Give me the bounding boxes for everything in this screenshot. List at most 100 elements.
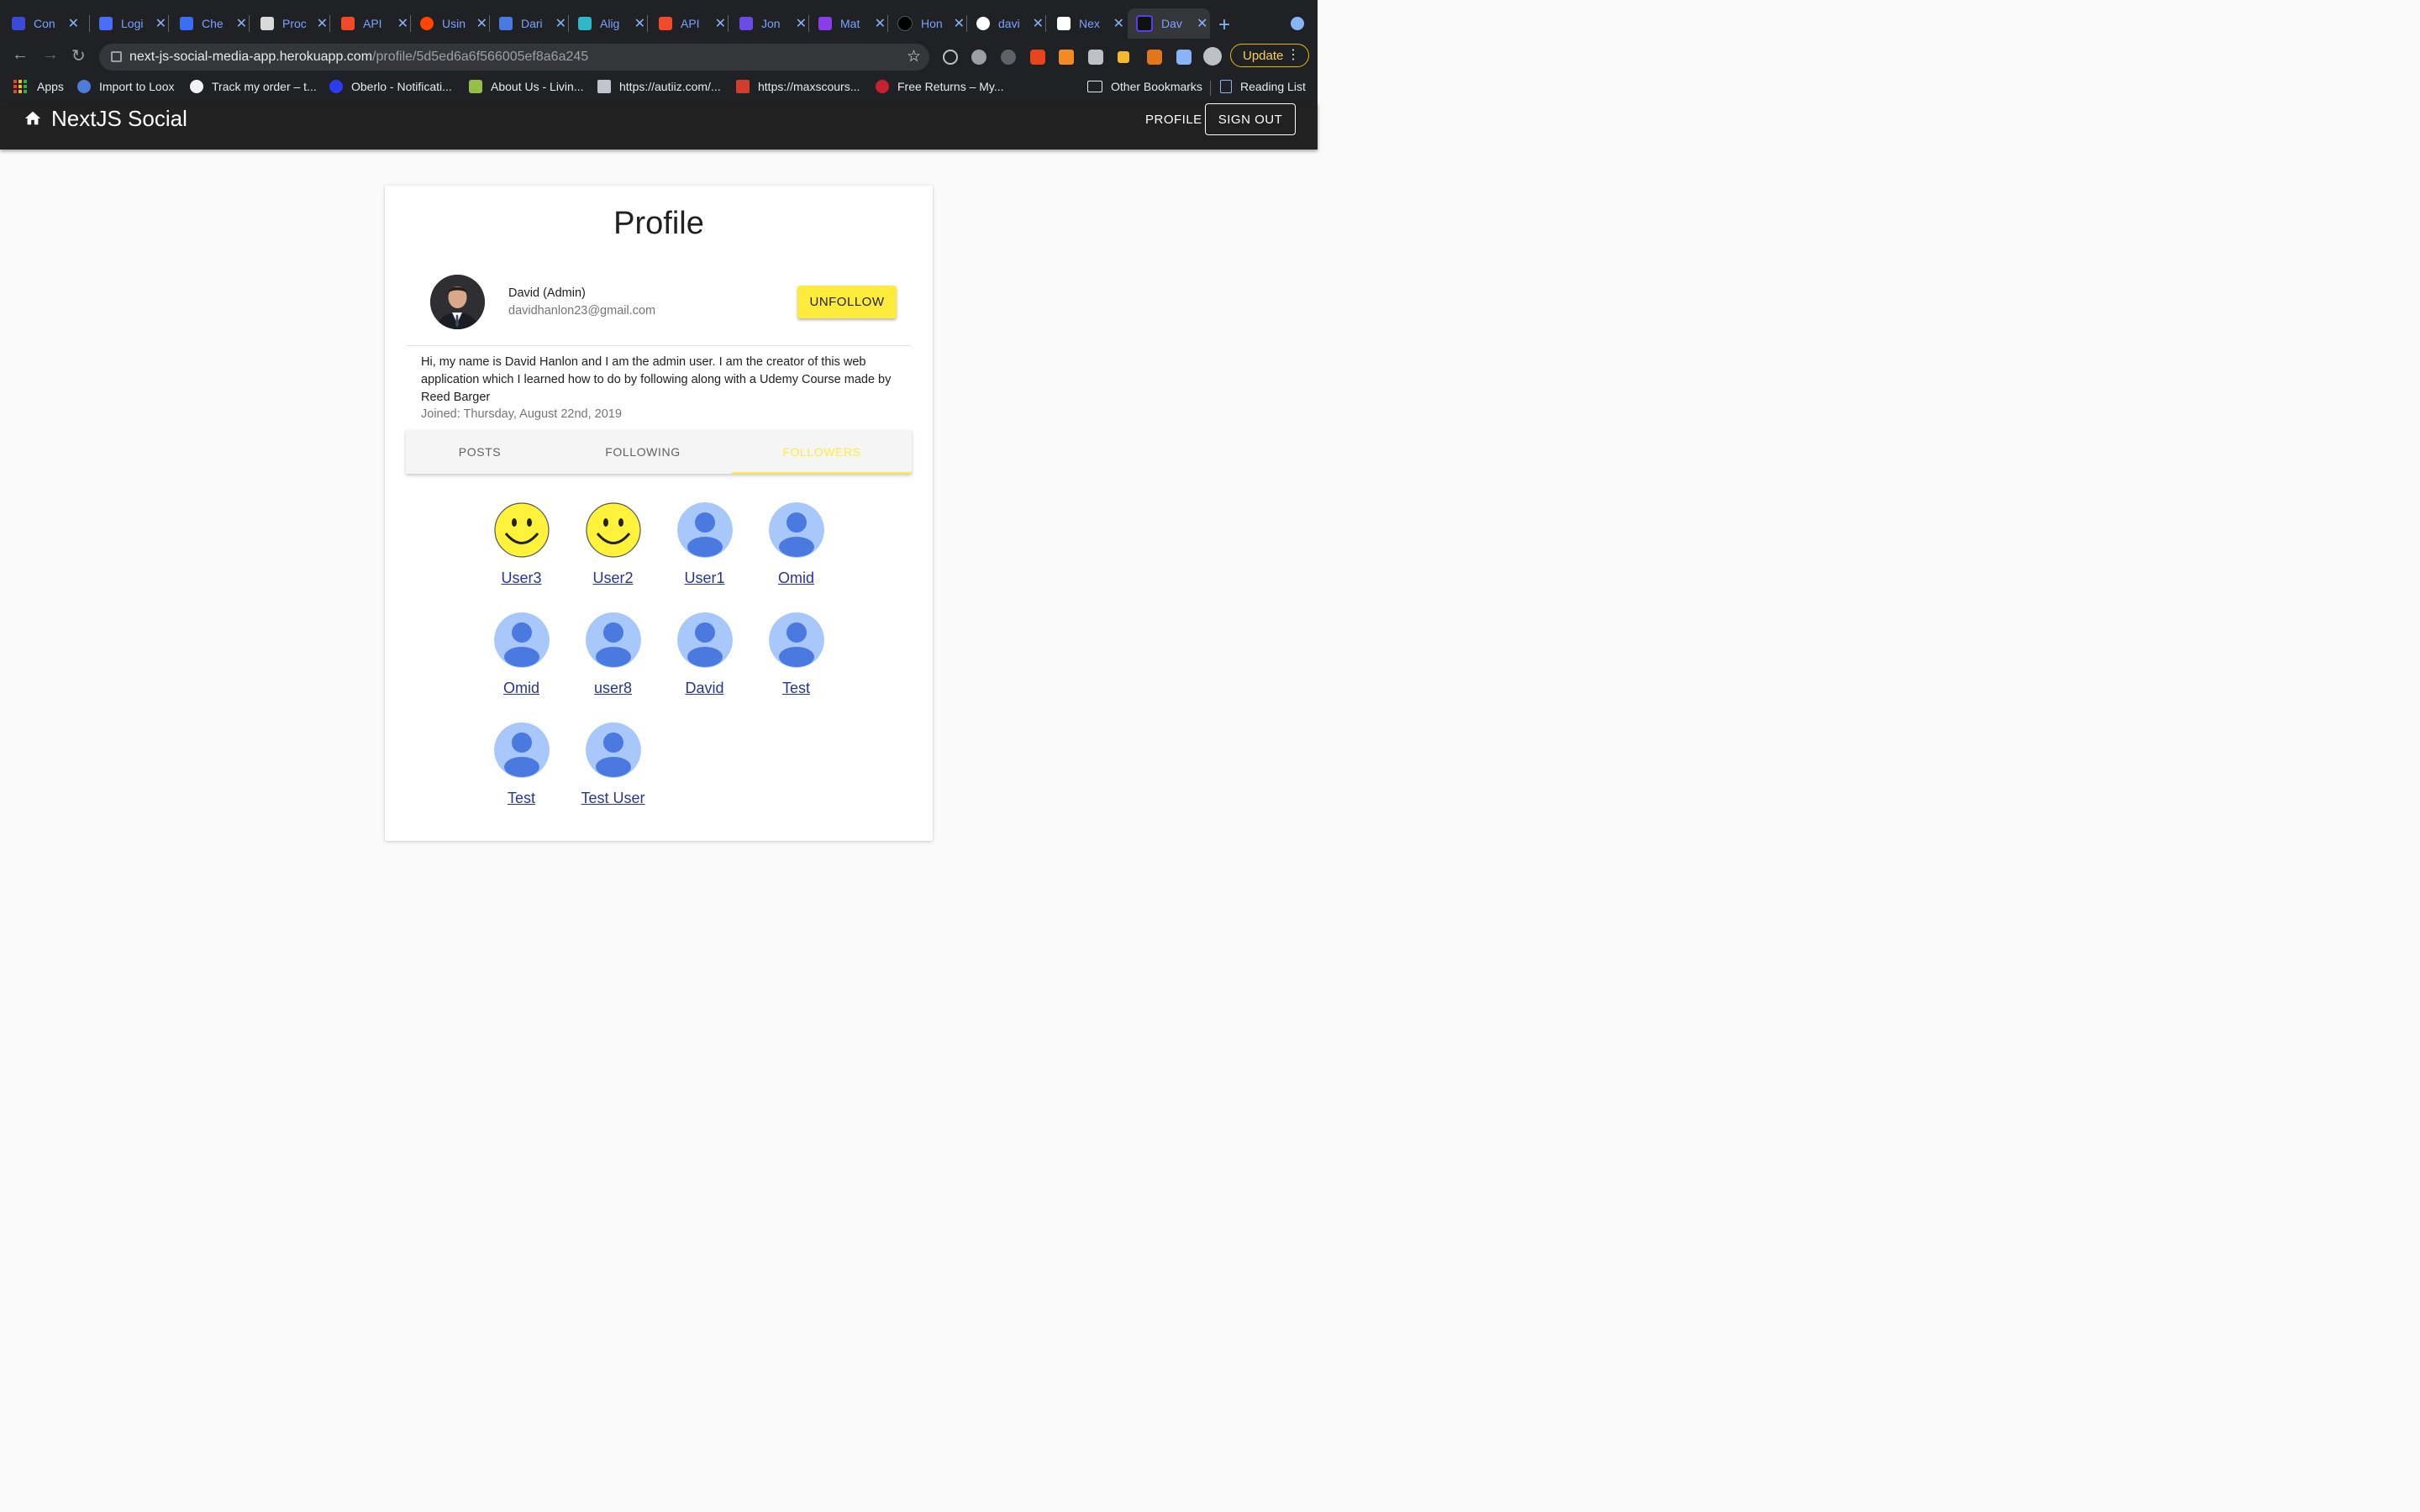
shopify-icon bbox=[469, 80, 482, 93]
close-tab-icon[interactable]: ✕ bbox=[68, 15, 79, 32]
browser-tab[interactable]: davi ✕ bbox=[976, 8, 1044, 39]
tab-divider bbox=[1045, 15, 1046, 32]
tab-divider bbox=[410, 15, 411, 32]
new-tab-button[interactable]: + bbox=[1218, 13, 1230, 37]
close-tab-icon[interactable]: ✕ bbox=[236, 15, 247, 32]
follower-item[interactable]: Test bbox=[750, 612, 842, 697]
extension-globe-icon[interactable] bbox=[971, 50, 986, 65]
bookmark-star-icon[interactable]: ☆ bbox=[907, 47, 921, 66]
close-tab-icon[interactable]: ✕ bbox=[317, 15, 328, 32]
browser-tab[interactable]: Usin ✕ bbox=[420, 8, 487, 39]
close-tab-icon[interactable]: ✕ bbox=[715, 15, 726, 32]
extension-p-icon[interactable] bbox=[1088, 50, 1103, 65]
close-tab-icon[interactable]: ✕ bbox=[634, 15, 645, 32]
follower-item[interactable]: Omid bbox=[476, 612, 567, 697]
browser-tab[interactable]: Con ✕ bbox=[12, 8, 79, 39]
browser-tab[interactable]: Nex ✕ bbox=[1057, 8, 1124, 39]
bookmark-item[interactable]: Track my order – t... bbox=[190, 80, 317, 93]
tab-divider bbox=[808, 15, 809, 32]
close-tab-icon[interactable]: ✕ bbox=[796, 15, 807, 32]
follower-name-link[interactable]: David bbox=[659, 680, 750, 697]
follower-item[interactable]: User1 bbox=[659, 502, 750, 587]
close-tab-icon[interactable]: ✕ bbox=[555, 15, 566, 32]
other-bookmarks[interactable]: Other Bookmarks bbox=[1087, 80, 1202, 93]
browser-tab[interactable]: Dari ✕ bbox=[499, 8, 566, 39]
browser-tab[interactable]: API ✕ bbox=[659, 8, 726, 39]
home-icon[interactable] bbox=[24, 109, 42, 132]
browser-tab[interactable]: Che ✕ bbox=[180, 8, 247, 39]
browser-tab[interactable]: Mat ✕ bbox=[818, 8, 886, 39]
extension-binance-icon[interactable] bbox=[1118, 51, 1129, 63]
follower-name-link[interactable]: Test bbox=[476, 790, 567, 807]
divider bbox=[406, 345, 912, 346]
reading-list-icon bbox=[1220, 80, 1232, 93]
brand-title[interactable]: NextJS Social bbox=[51, 106, 187, 132]
browser-tab[interactable]: API ✕ bbox=[341, 8, 408, 39]
follower-item[interactable]: user8 bbox=[567, 612, 659, 697]
extension-facebook-icon[interactable] bbox=[1001, 50, 1016, 65]
github-icon bbox=[976, 17, 990, 30]
bookmark-item[interactable]: https://maxscours... bbox=[736, 80, 860, 93]
close-tab-icon[interactable]: ✕ bbox=[1197, 15, 1207, 32]
bookmark-item[interactable]: https://autiiz.com/... bbox=[597, 80, 721, 93]
follower-item[interactable]: User3 bbox=[476, 502, 567, 587]
browser-tab[interactable]: Proc ✕ bbox=[260, 8, 328, 39]
extension-metamask-icon[interactable] bbox=[1147, 50, 1162, 65]
close-tab-icon[interactable]: ✕ bbox=[155, 15, 166, 32]
extension-download-icon[interactable] bbox=[1030, 50, 1045, 65]
close-tab-icon[interactable]: ✕ bbox=[1033, 15, 1044, 32]
follower-name-link[interactable]: User1 bbox=[659, 570, 750, 587]
page-title: Profile bbox=[613, 206, 704, 241]
follower-name-link[interactable]: user8 bbox=[567, 680, 659, 697]
more-menu-icon[interactable]: ⋮ bbox=[1286, 46, 1300, 63]
follower-item[interactable]: Test User bbox=[567, 722, 659, 807]
tab-following[interactable]: FOLLOWING bbox=[554, 430, 732, 474]
close-tab-icon[interactable]: ✕ bbox=[397, 15, 408, 32]
follower-name-link[interactable]: User3 bbox=[476, 570, 567, 587]
close-tab-icon[interactable]: ✕ bbox=[875, 15, 886, 32]
extension-star-icon[interactable] bbox=[1059, 50, 1074, 65]
bookmark-item[interactable]: Free Returns – My... bbox=[876, 80, 1004, 93]
forward-arrow-icon[interactable]: → bbox=[42, 45, 59, 65]
close-tab-icon[interactable]: ✕ bbox=[954, 15, 965, 32]
follower-name-link[interactable]: Test User bbox=[567, 790, 659, 807]
follower-item[interactable]: Omid bbox=[750, 502, 842, 587]
bookmark-item[interactable]: Import to Loox bbox=[77, 80, 175, 93]
reload-icon[interactable]: ↻ bbox=[71, 45, 86, 66]
close-tab-icon[interactable]: ✕ bbox=[476, 15, 487, 32]
follower-name-link[interactable]: Test bbox=[750, 680, 842, 697]
tab-search-icon[interactable] bbox=[1291, 17, 1304, 30]
back-arrow-icon[interactable]: ← bbox=[12, 45, 29, 65]
browser-toolbar: ← → ↻ next-js-social-media-app.herokuapp… bbox=[0, 42, 1318, 72]
browser-tab[interactable]: Jon ✕ bbox=[739, 8, 807, 39]
extensions-puzzle-icon[interactable] bbox=[1176, 50, 1192, 65]
bookmark-item[interactable]: About Us - Livin... bbox=[469, 80, 584, 93]
bookmark-apps[interactable]: Apps bbox=[13, 80, 64, 93]
update-button[interactable]: Update ⋮ bbox=[1230, 44, 1309, 67]
sign-out-button[interactable]: SIGN OUT bbox=[1205, 103, 1296, 135]
follower-item[interactable]: David bbox=[659, 612, 750, 697]
browser-tab[interactable]: Hon ✕ bbox=[897, 8, 965, 39]
bookmark-favicon-icon bbox=[736, 80, 750, 93]
close-tab-icon[interactable]: ✕ bbox=[1113, 15, 1124, 32]
apps-grid-icon bbox=[13, 80, 27, 93]
browser-tab-active[interactable]: Dav ✕ bbox=[1128, 8, 1210, 39]
tab-followers[interactable]: FOLLOWERS bbox=[732, 430, 912, 474]
follower-name-link[interactable]: Omid bbox=[476, 680, 567, 697]
extension-target-icon[interactable] bbox=[943, 50, 958, 65]
follower-item[interactable]: User2 bbox=[567, 502, 659, 587]
follower-item[interactable]: Test bbox=[476, 722, 567, 807]
tab-favicon-icon bbox=[897, 16, 913, 31]
tab-posts[interactable]: POSTS bbox=[406, 430, 554, 474]
follower-name-link[interactable]: User2 bbox=[567, 570, 659, 587]
reading-list[interactable]: Reading List bbox=[1220, 80, 1306, 93]
browser-profile-avatar[interactable] bbox=[1203, 47, 1222, 66]
browser-tab[interactable]: Logi ✕ bbox=[99, 8, 166, 39]
profile-nav-link[interactable]: PROFILE bbox=[1145, 113, 1202, 127]
follower-name-link[interactable]: Omid bbox=[750, 570, 842, 587]
tab-favicon-icon bbox=[659, 17, 672, 30]
bookmark-item[interactable]: Oberlo - Notificati... bbox=[329, 80, 452, 93]
unfollow-button[interactable]: UNFOLLOW bbox=[797, 286, 897, 318]
address-bar[interactable]: next-js-social-media-app.herokuapp.com/p… bbox=[99, 44, 929, 71]
browser-tab[interactable]: Alig ✕ bbox=[578, 8, 645, 39]
